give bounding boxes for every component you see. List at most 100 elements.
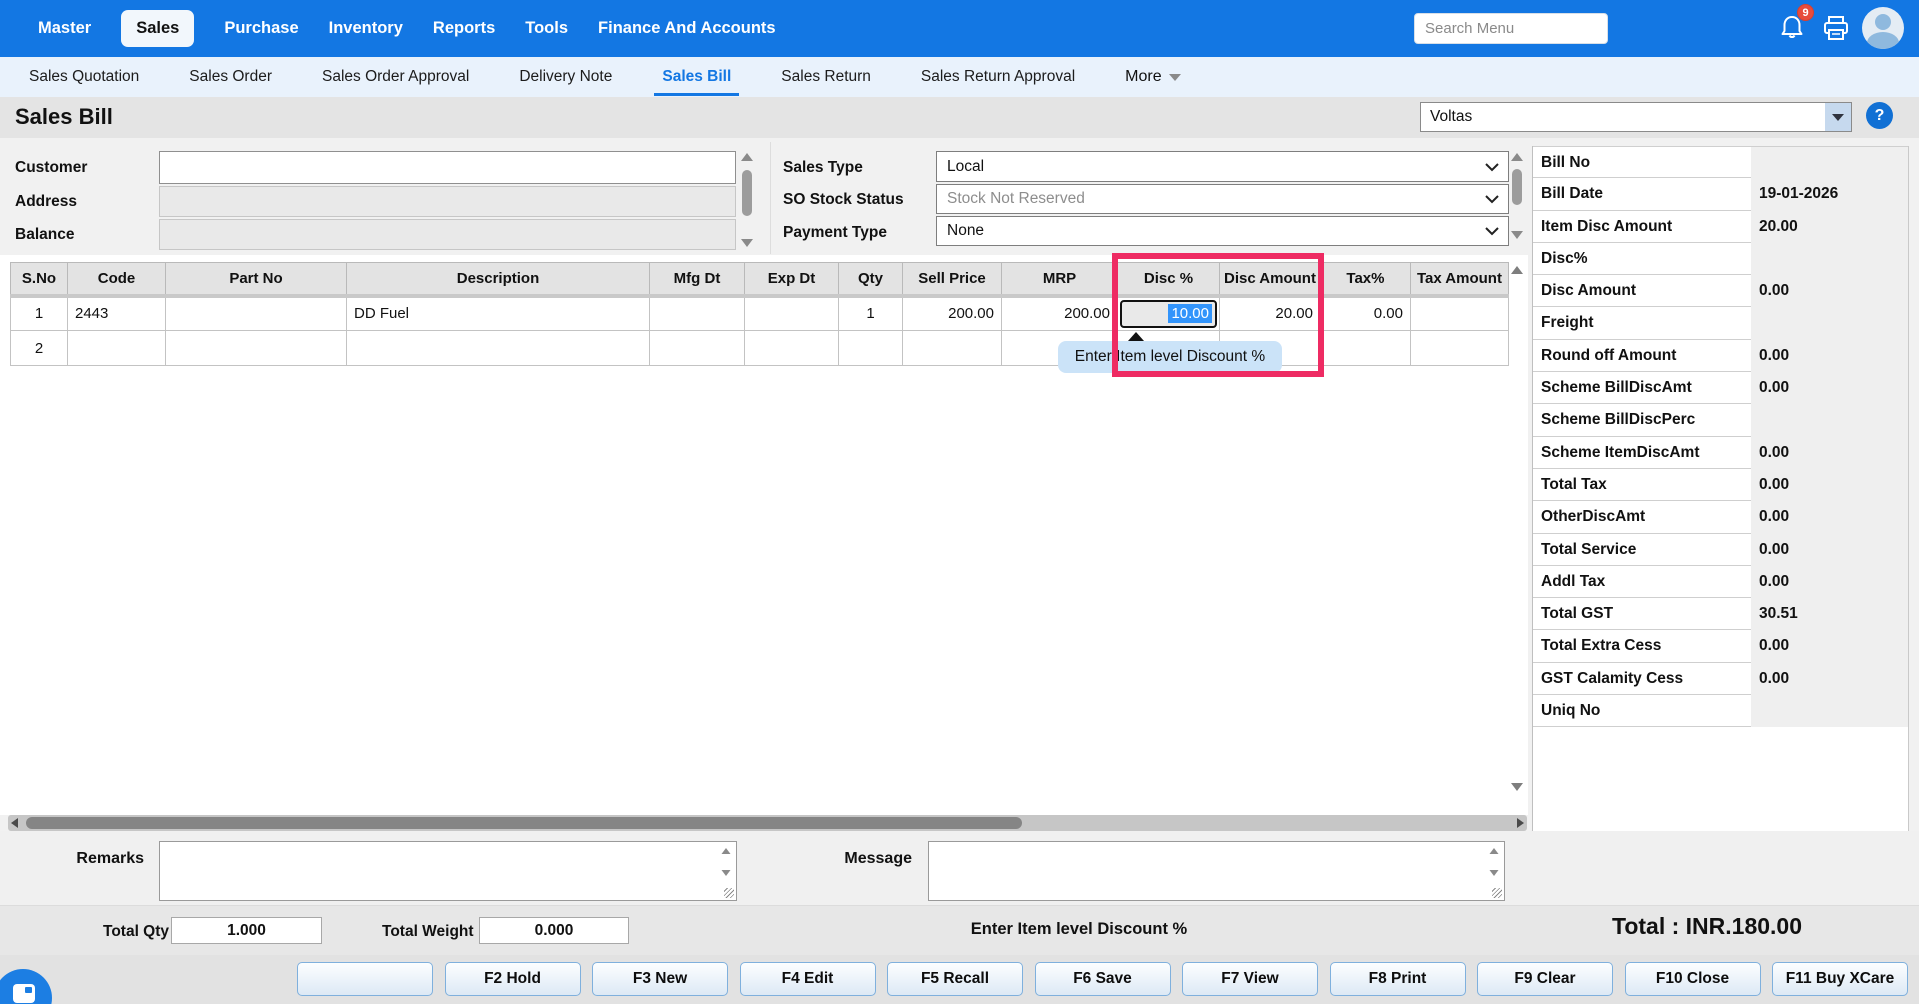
fn-button-f6-save[interactable]: F6 Save (1035, 962, 1171, 996)
scroll-up-icon[interactable] (741, 153, 753, 161)
form-divider (770, 142, 771, 254)
fn-button-f5-recall[interactable]: F5 Recall (887, 962, 1023, 996)
cell-2-sell-price[interactable] (903, 331, 1002, 366)
subnav-item-sales-order[interactable]: Sales Order (189, 68, 272, 86)
subnav-item-sales-return-approval[interactable]: Sales Return Approval (921, 68, 1075, 86)
cell-1-disc-pct[interactable]: 10.00 (1118, 296, 1220, 331)
cell-2-tax-amt[interactable] (1410, 331, 1508, 366)
subnav-item-sales-return[interactable]: Sales Return (781, 68, 871, 86)
cell-2-description[interactable] (347, 331, 650, 366)
cell-2-exp-dt[interactable] (745, 331, 839, 366)
grid-scroll-up-icon[interactable] (1511, 266, 1523, 274)
grid-header-sell-price: Sell Price (903, 263, 1002, 296)
scroll-down-icon[interactable] (1490, 870, 1499, 876)
form-scrollbar-left[interactable] (739, 151, 756, 254)
total-weight-value: 0.000 (479, 917, 629, 944)
company-select[interactable]: Voltas (1420, 102, 1852, 132)
fn-button-blank[interactable] (297, 962, 433, 996)
cell-2-code[interactable] (68, 331, 166, 366)
form-scrollbar-right[interactable] (1509, 151, 1526, 247)
chevron-down-icon (1485, 227, 1499, 236)
disc-pct-input[interactable]: 10.00 (1120, 300, 1217, 328)
cell-2-tax-pct[interactable] (1320, 331, 1410, 366)
summary-label-addl-tax: Addl Tax (1541, 566, 1605, 598)
subnav-item-sales-quotation[interactable]: Sales Quotation (29, 68, 139, 86)
cell-1-tax-pct[interactable]: 0.00 (1320, 296, 1410, 331)
scroll-left-icon[interactable] (11, 818, 18, 828)
cell-1-sell-price[interactable]: 200.00 (903, 296, 1002, 331)
summary-label-item-disc-amount: Item Disc Amount (1541, 211, 1672, 243)
grid-scroll-down-icon[interactable] (1511, 783, 1523, 791)
cell-2-qty[interactable] (839, 331, 903, 366)
so-stock-status-select[interactable]: Stock Not Reserved (936, 184, 1509, 214)
subnav-item-sales-bill[interactable]: Sales Bill (662, 68, 731, 86)
cell-1-description[interactable]: DD Fuel (347, 296, 650, 331)
scroll-thumb[interactable] (742, 170, 752, 216)
customer-input[interactable] (159, 151, 736, 184)
subnav-item-delivery-note[interactable]: Delivery Note (519, 68, 612, 86)
function-button-bar: F2 Hold F3 New F4 Edit F5 Recall F6 Save F7 V… (0, 955, 1919, 1004)
fn-button-f4-edit[interactable]: F4 Edit (740, 962, 876, 996)
cell-1-part-no[interactable] (166, 296, 347, 331)
status-message: Enter Item level Discount % (897, 920, 1261, 939)
help-button[interactable]: ? (1866, 102, 1893, 129)
avatar[interactable] (1862, 7, 1904, 49)
sales-type-select[interactable]: Local (936, 151, 1509, 182)
cell-2-part-no[interactable] (166, 331, 347, 366)
cell-1-code[interactable]: 2443 (68, 296, 166, 331)
nav-item-sales[interactable]: Sales (121, 10, 194, 47)
search-input[interactable] (1414, 13, 1608, 44)
fn-button-f8-print[interactable]: F8 Print (1330, 962, 1466, 996)
scroll-up-icon[interactable] (722, 848, 731, 854)
cell-1-mfg-dt[interactable] (650, 296, 745, 331)
summary-value-total-gst: 30.51 (1751, 598, 1908, 630)
nav-item-reports[interactable]: Reports (433, 19, 495, 38)
fn-button-f7-view[interactable]: F7 View (1182, 962, 1318, 996)
cell-1-sno[interactable]: 1 (11, 296, 68, 331)
payment-type-select[interactable]: None (936, 216, 1509, 246)
nav-item-inventory[interactable]: Inventory (329, 19, 403, 38)
cell-1-qty[interactable]: 1 (839, 296, 903, 331)
fn-button-f3-new[interactable]: F3 New (592, 962, 728, 996)
summary-value-uniq-no (1751, 695, 1908, 727)
scroll-right-icon[interactable] (1517, 818, 1524, 828)
more-label: More (1125, 68, 1161, 86)
grid-header-mrp: MRP (1002, 263, 1118, 296)
h-scroll-thumb[interactable] (26, 817, 1022, 829)
scroll-up-icon[interactable] (1511, 153, 1523, 161)
resize-handle-icon[interactable] (1492, 888, 1502, 898)
nav-item-master[interactable]: Master (38, 19, 91, 38)
fn-button-f11-buy-xcare[interactable]: F11 Buy XCare (1772, 962, 1908, 996)
printer-icon[interactable] (1823, 16, 1851, 42)
message-textarea[interactable] (928, 841, 1505, 901)
so-stock-status-label: SO Stock Status (783, 191, 904, 209)
nav-item-finance-and-accounts[interactable]: Finance And Accounts (598, 19, 776, 38)
fn-button-f2-hold[interactable]: F2 Hold (445, 962, 581, 996)
scroll-up-icon[interactable] (1490, 848, 1499, 854)
scroll-down-icon[interactable] (722, 870, 731, 876)
scroll-down-icon[interactable] (741, 239, 753, 247)
scroll-down-icon[interactable] (1511, 231, 1523, 239)
cell-1-disc-amt[interactable]: 20.00 (1220, 296, 1321, 331)
cell-2-mfg-dt[interactable] (650, 331, 745, 366)
subnav-item-sales-order-approval[interactable]: Sales Order Approval (322, 68, 469, 86)
cell-1-exp-dt[interactable] (745, 296, 839, 331)
cell-2-sno[interactable]: 2 (11, 331, 68, 366)
summary-rows: Bill NoBill Date19-01-2026Item Disc Amou… (1533, 146, 1908, 727)
h-scrollbar[interactable] (8, 815, 1527, 831)
summary-value-total-extra-cess: 0.00 (1751, 630, 1908, 662)
more-menu[interactable]: More (1125, 68, 1180, 86)
resize-handle-icon[interactable] (724, 888, 734, 898)
cell-1-tax-amt[interactable] (1410, 296, 1508, 331)
summary-value-disc-amount: 0.00 (1751, 275, 1908, 307)
cell-1-mrp[interactable]: 200.00 (1002, 296, 1118, 331)
fn-button-f10-close[interactable]: F10 Close (1625, 962, 1761, 996)
fn-button-f9-clear[interactable]: F9 Clear (1477, 962, 1613, 996)
grid-header-exp-dt: Exp Dt (745, 263, 839, 296)
company-select-arrow[interactable] (1825, 103, 1851, 131)
nav-item-purchase[interactable]: Purchase (224, 19, 298, 38)
nav-item-tools[interactable]: Tools (525, 19, 568, 38)
scroll-thumb[interactable] (1512, 169, 1522, 205)
summary-value-total-tax: 0.00 (1751, 469, 1908, 501)
remarks-textarea[interactable] (159, 841, 737, 901)
